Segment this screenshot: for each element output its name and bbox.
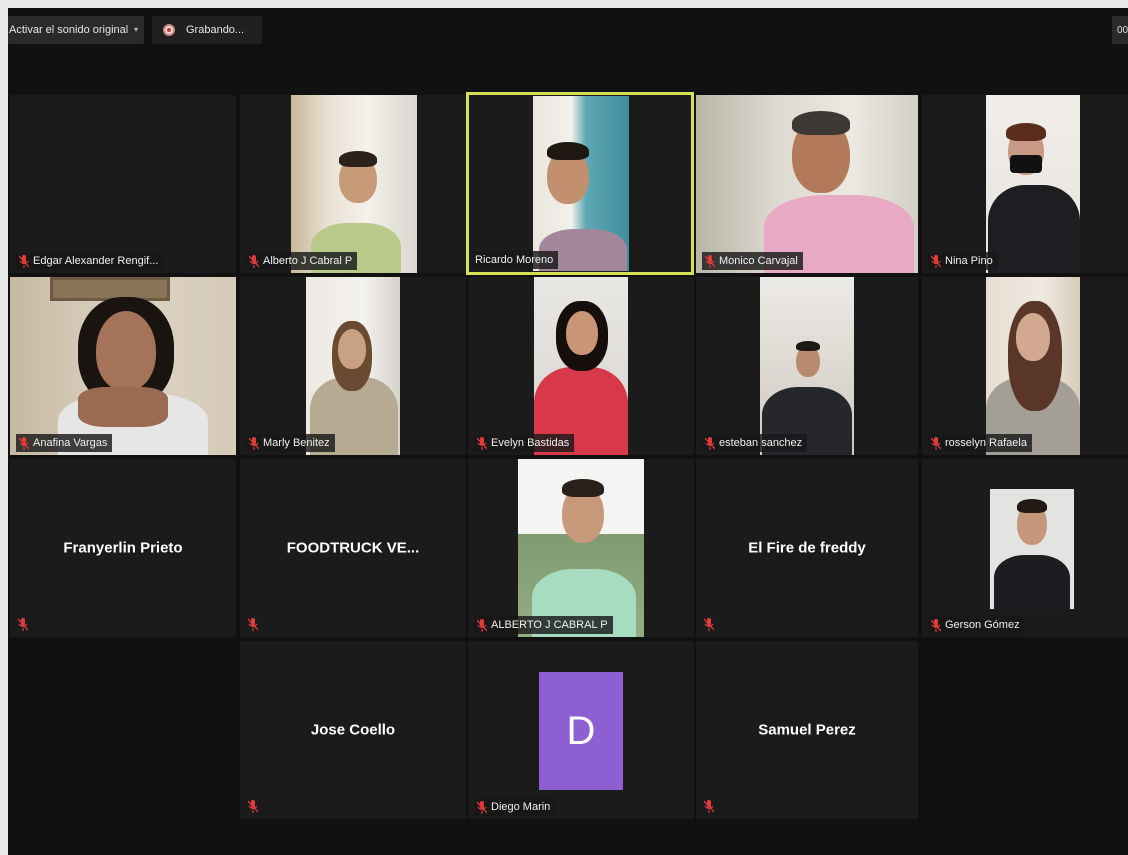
mic-off-icon: [477, 436, 487, 450]
record-dot-icon: [163, 24, 175, 36]
mic-off-icon: [249, 436, 259, 450]
meeting-window: Activar el sonido original ▾ Grabando...…: [8, 8, 1128, 855]
participant-video: [990, 489, 1074, 609]
participant-name-tag: Evelyn Bastidas: [474, 434, 575, 452]
participant-tile[interactable]: Jose Coello: [240, 641, 466, 819]
participant-display-name: Jose Coello: [310, 721, 396, 739]
mic-off-icon: [477, 800, 487, 814]
mic-off-icon: [931, 436, 941, 450]
participant-name: Diego Marin: [491, 801, 551, 813]
participant-tile[interactable]: Gerson Gómez: [922, 459, 1128, 637]
meeting-timer: 00: [1112, 16, 1128, 44]
original-sound-toggle[interactable]: Activar el sonido original ▾: [8, 16, 144, 44]
participant-name-tag: Monico Carvajal: [702, 252, 803, 270]
participant-name: Edgar Alexander Rengif...: [33, 255, 159, 267]
participant-name-tag: ALBERTO J CABRAL P: [474, 616, 613, 634]
participant-name-tag: Nina Pino: [928, 252, 998, 270]
participant-name: Monico Carvajal: [719, 255, 798, 267]
participant-video: [306, 277, 400, 455]
participant-tile[interactable]: Marly Benitez: [240, 277, 466, 455]
participant-tile[interactable]: Alberto J Cabral P: [240, 95, 466, 273]
participant-name-tag: Diego Marin: [474, 798, 556, 816]
mic-off-icon: [19, 436, 29, 450]
participant-video: [534, 277, 628, 455]
participant-tile[interactable]: Anafina Vargas: [10, 277, 236, 455]
mic-off-icon: [705, 436, 715, 450]
participant-tile[interactable]: Nina Pino: [922, 95, 1128, 273]
participant-name: esteban sanchez: [719, 437, 803, 449]
participant-tile[interactable]: ALBERTO J CABRAL P: [468, 459, 694, 637]
participant-video: [518, 459, 644, 637]
participant-video: [291, 95, 417, 273]
participant-tile[interactable]: Franyerlin Prieto: [10, 459, 236, 637]
mic-off-icon: [931, 618, 941, 632]
participant-name: ALBERTO J CABRAL P: [491, 619, 608, 631]
participant-name-tag: Edgar Alexander Rengif...: [16, 252, 164, 270]
meeting-topbar: Activar el sonido original ▾ Grabando...…: [8, 16, 1128, 46]
participant-video: [533, 96, 629, 271]
participant-tile[interactable]: Edgar Alexander Rengif...: [10, 95, 236, 273]
participant-name-tag: rosselyn Rafaela: [928, 434, 1032, 452]
mic-off-icon: [247, 618, 260, 632]
participant-name-tag: Marly Benitez: [246, 434, 335, 452]
participant-display-name: Samuel Perez: [758, 721, 856, 739]
participant-display-name: FOODTRUCK VE...: [286, 539, 420, 557]
participant-tile[interactable]: esteban sanchez: [696, 277, 918, 455]
participant-tile[interactable]: Monico Carvajal: [696, 95, 918, 273]
mic-off-icon: [247, 800, 260, 814]
participant-video: [696, 95, 918, 273]
participant-tile[interactable]: El Fire de freddy: [696, 459, 918, 637]
mic-off-icon: [931, 254, 941, 268]
participant-name: Alberto J Cabral P: [263, 255, 353, 267]
participant-name: Marly Benitez: [263, 437, 330, 449]
mic-off-icon: [249, 254, 259, 268]
participant-name-tag: Anafina Vargas: [16, 434, 113, 452]
participant-name-tag: esteban sanchez: [702, 434, 808, 452]
participant-video: [760, 277, 854, 455]
chevron-down-icon[interactable]: ▾: [134, 25, 138, 34]
participant-display-name: El Fire de freddy: [748, 539, 866, 557]
participant-tile[interactable]: D Diego Marin: [468, 641, 694, 819]
participant-display-name: Franyerlin Prieto: [63, 539, 183, 557]
participant-name-tag: Gerson Gómez: [928, 616, 1025, 634]
participant-name: Nina Pino: [945, 255, 993, 267]
participant-name: rosselyn Rafaela: [945, 437, 1027, 449]
participant-name: Gerson Gómez: [945, 619, 1020, 631]
participant-tile[interactable]: Samuel Perez: [696, 641, 918, 819]
participant-name-tag: Ricardo Moreno: [472, 251, 559, 269]
mic-off-icon: [17, 618, 30, 632]
participant-name: Ricardo Moreno: [475, 254, 554, 266]
mic-off-icon: [19, 254, 29, 268]
participant-tile-active-speaker[interactable]: Ricardo Moreno: [466, 92, 694, 275]
participant-name-tag: Alberto J Cabral P: [246, 252, 358, 270]
participant-video: [10, 277, 236, 455]
recording-label: Grabando...: [186, 24, 245, 36]
participant-tile[interactable]: FOODTRUCK VE...: [240, 459, 466, 637]
mic-off-icon: [477, 618, 487, 632]
participant-tile[interactable]: rosselyn Rafaela: [922, 277, 1128, 455]
participant-video: [986, 277, 1080, 455]
mic-off-icon: [703, 800, 716, 814]
avatar: D: [539, 672, 623, 790]
mic-off-icon: [705, 254, 715, 268]
participant-name: Evelyn Bastidas: [491, 437, 570, 449]
original-sound-label: Activar el sonido original: [9, 24, 129, 36]
mic-off-icon: [703, 618, 716, 632]
participant-video: [986, 95, 1080, 273]
recording-indicator[interactable]: Grabando...: [152, 16, 262, 44]
participant-name: Anafina Vargas: [33, 437, 108, 449]
participant-tile[interactable]: Evelyn Bastidas: [468, 277, 694, 455]
